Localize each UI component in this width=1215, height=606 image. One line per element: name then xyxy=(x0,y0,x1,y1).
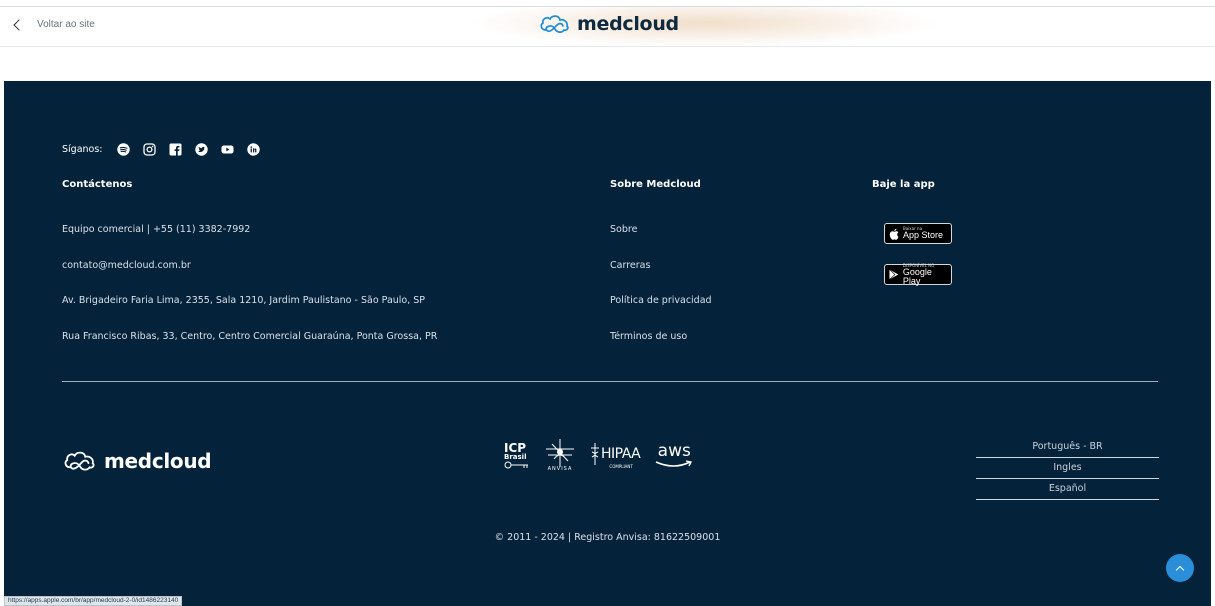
facebook-icon[interactable] xyxy=(169,143,182,156)
app-store-button[interactable]: Baixar na App Store xyxy=(884,223,952,244)
copyright-text: © 2011 - 2024 | Registro Anvisa: 8162250… xyxy=(494,532,721,543)
back-to-site-label: Voltar ao site xyxy=(37,19,95,30)
app-heading: Baje la app xyxy=(872,179,935,190)
top-header: Voltar ao site medcloud xyxy=(0,7,1215,47)
linkedin-icon[interactable] xyxy=(246,143,260,156)
back-to-site-link[interactable]: Voltar ao site xyxy=(12,18,95,31)
aws-logo: aws xyxy=(654,443,694,468)
twitter-icon[interactable] xyxy=(194,143,208,156)
footer-logo[interactable]: medcloud xyxy=(62,449,212,473)
app-store-label: App Store xyxy=(903,230,944,240)
instagram-icon[interactable] xyxy=(142,143,156,156)
header-logo[interactable]: medcloud xyxy=(538,13,679,35)
anvisa-text: ANVISA xyxy=(547,466,573,472)
google-play-label: Google Play xyxy=(902,266,932,286)
contact-address-sp: Av. Brigadeiro Faria Lima, 2355, Sala 12… xyxy=(62,295,426,306)
language-option-pt-br[interactable]: Português - BR xyxy=(976,437,1159,458)
certifications: ICP Brasil ANVISA HIPAA COMPLIANT aws xyxy=(504,439,694,472)
about-link-privacy[interactable]: Política de privacidad xyxy=(610,295,712,306)
chevron-left-icon xyxy=(13,18,25,31)
anvisa-emblem-icon xyxy=(546,439,574,467)
language-option-en[interactable]: Ingles xyxy=(976,458,1159,479)
aws-text: aws xyxy=(657,441,691,461)
icp-brasil-logo: ICP Brasil xyxy=(504,442,530,469)
chevron-up-icon xyxy=(1175,565,1185,574)
about-heading: Sobre Medcloud xyxy=(610,179,701,190)
cloud-logo-icon xyxy=(540,15,569,33)
hipaa-logo: HIPAA COMPLIANT xyxy=(590,442,641,469)
hipaa-compliant-text: COMPLIANT xyxy=(609,463,633,469)
caduceus-icon xyxy=(591,442,599,465)
google-play-icon xyxy=(889,269,899,280)
header-logo-text: medcloud xyxy=(577,13,679,35)
key-icon xyxy=(504,461,528,469)
social-links: Síganos: xyxy=(62,143,273,156)
scroll-to-top-button[interactable] xyxy=(1166,554,1194,582)
cloud-logo-icon xyxy=(64,451,95,471)
contact-phone[interactable]: Equipo comercial | +55 (11) 3382-7992 xyxy=(62,224,250,235)
contact-address-pr: Rua Francisco Ribas, 33, Centro, Centro … xyxy=(62,331,438,342)
contact-email[interactable]: contato@medcloud.com.br xyxy=(62,260,191,271)
contact-heading: Contáctenos xyxy=(62,179,133,190)
language-selector: Português - BR Ingles Español xyxy=(976,437,1159,500)
icp-brasil-bottom: Brasil xyxy=(504,453,527,461)
about-link-terms[interactable]: Términos de uso xyxy=(610,331,687,342)
spotify-icon[interactable] xyxy=(116,143,130,156)
footer-divider xyxy=(62,381,1158,382)
about-link-carreras[interactable]: Carreras xyxy=(610,260,650,271)
apple-icon xyxy=(889,228,899,240)
site-footer: Síganos: Contáctenos Equipo comercial | … xyxy=(4,81,1211,606)
social-label: Síganos: xyxy=(62,144,103,155)
hipaa-text: HIPAA xyxy=(601,445,641,462)
language-option-es[interactable]: Español xyxy=(976,479,1159,500)
about-link-sobre[interactable]: Sobre xyxy=(610,224,637,235)
google-play-button[interactable]: DISPONÍVEL NO Google Play xyxy=(884,263,952,286)
youtube-icon[interactable] xyxy=(221,143,234,156)
footer-logo-text: medcloud xyxy=(104,449,212,473)
aws-smile-icon xyxy=(655,460,693,467)
status-bar-url: https://apps.apple.com/br/app/medcloud-2… xyxy=(4,596,183,606)
anvisa-logo: ANVISA xyxy=(544,439,576,472)
